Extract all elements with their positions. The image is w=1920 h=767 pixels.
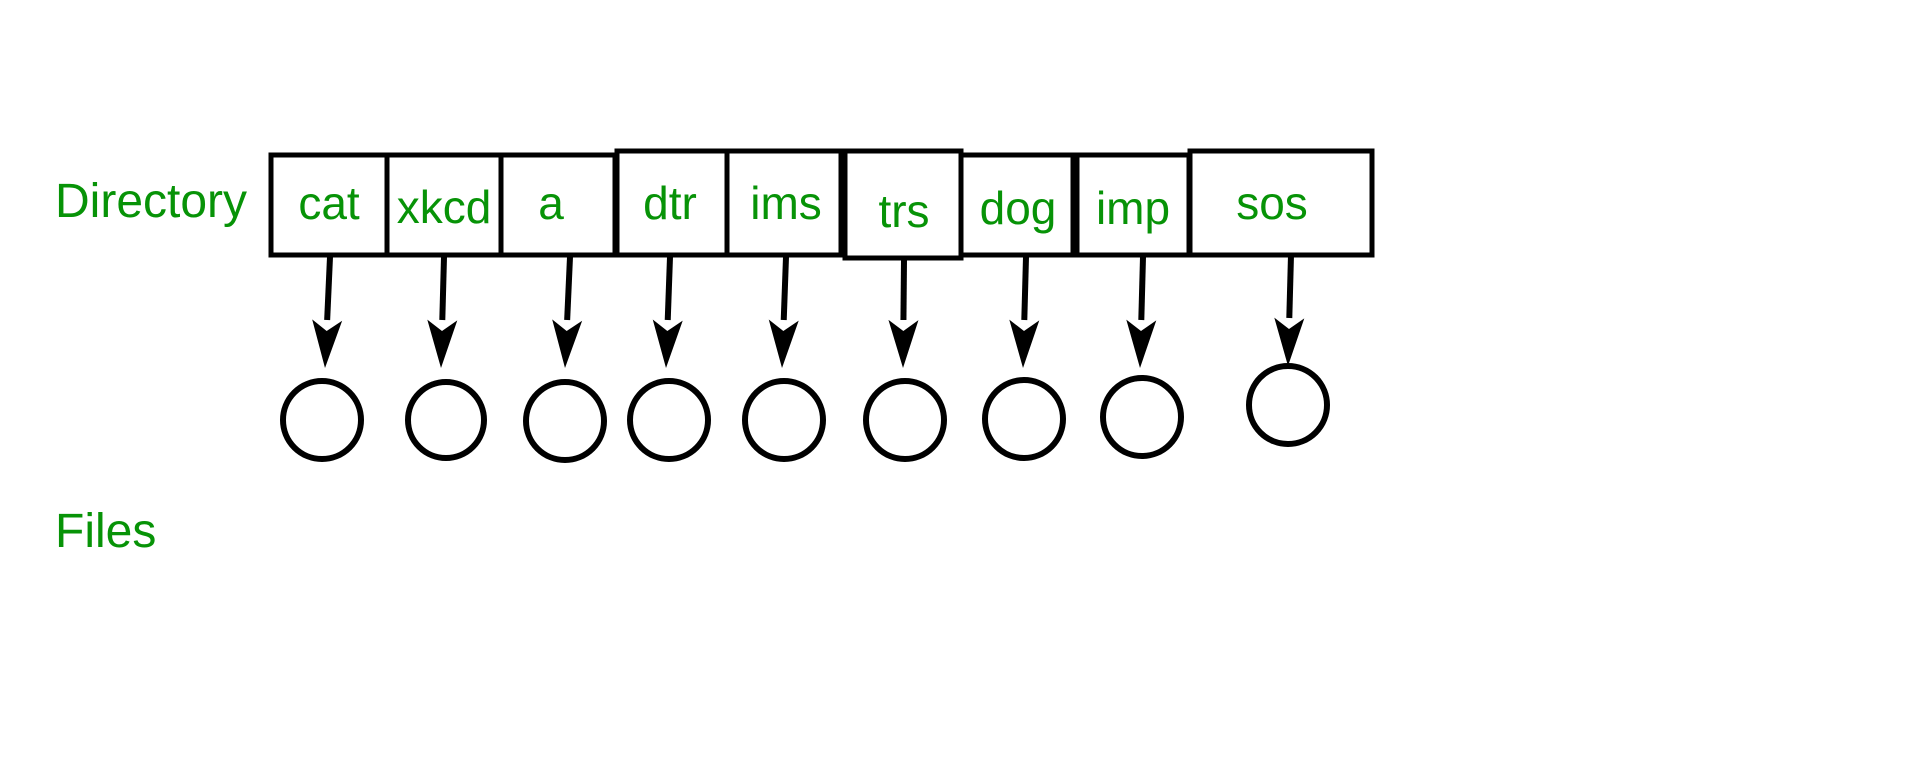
diagram-graphics-layer xyxy=(268,148,1375,463)
arrow-head-dog xyxy=(1009,319,1040,368)
arrow-head-ims xyxy=(768,319,799,368)
arrow-head-xkcd xyxy=(427,319,458,368)
file-circle-imp[interactable] xyxy=(1100,375,1184,459)
arrow-head-cat xyxy=(312,319,343,368)
file-circle-dtr[interactable] xyxy=(627,378,711,462)
file-circle-ims[interactable] xyxy=(742,378,826,462)
arrow-shaft-ims xyxy=(780,256,789,321)
arrow-shaft-xkcd xyxy=(439,256,447,321)
directory-cell-label-trs: trs xyxy=(878,185,930,237)
file-circle-sos[interactable] xyxy=(1246,363,1330,447)
directory-cell-label-ims: ims xyxy=(750,177,822,229)
directory-cell-label-dtr: dtr xyxy=(643,177,697,229)
file-circle-xkcd[interactable] xyxy=(405,379,487,461)
file-circles-group xyxy=(280,363,1330,463)
file-circle-a[interactable] xyxy=(523,379,607,463)
arrow-head-a xyxy=(552,319,583,368)
arrow-shaft-sos xyxy=(1286,254,1294,319)
arrow-shaft-dog xyxy=(1021,256,1029,321)
arrow-head-imp xyxy=(1126,319,1157,368)
directory-cell-label-dog: dog xyxy=(979,182,1057,234)
arrow-shaft-trs xyxy=(900,259,907,321)
file-circle-dog[interactable] xyxy=(982,377,1066,461)
arrow-shaft-cat xyxy=(324,256,333,321)
directory-cell-label-imp: imp xyxy=(1095,182,1171,234)
arrow-shaft-a xyxy=(564,256,573,321)
arrow-shaft-imp xyxy=(1138,256,1146,321)
directory-to-file-links-group xyxy=(312,254,1305,368)
arrow-shaft-dtr xyxy=(664,256,673,321)
files-row-label: Files xyxy=(55,505,157,558)
diagram-canvas: Directory Files cat xkcd a dtr ims trs dog imp s… xyxy=(0,0,1920,767)
directory-cell-label-a: a xyxy=(538,177,564,229)
file-circle-trs[interactable] xyxy=(863,378,947,462)
directory-row-label: Directory xyxy=(55,175,248,228)
directory-cell-label-cat: cat xyxy=(298,177,360,229)
arrow-head-sos xyxy=(1274,317,1305,366)
directory-cell-label-xkcd: xkcd xyxy=(396,181,492,233)
directory-cell-label-sos: sos xyxy=(1236,177,1308,229)
arrow-head-trs xyxy=(888,319,919,368)
file-circle-cat[interactable] xyxy=(280,378,364,462)
arrow-head-dtr xyxy=(652,319,683,368)
